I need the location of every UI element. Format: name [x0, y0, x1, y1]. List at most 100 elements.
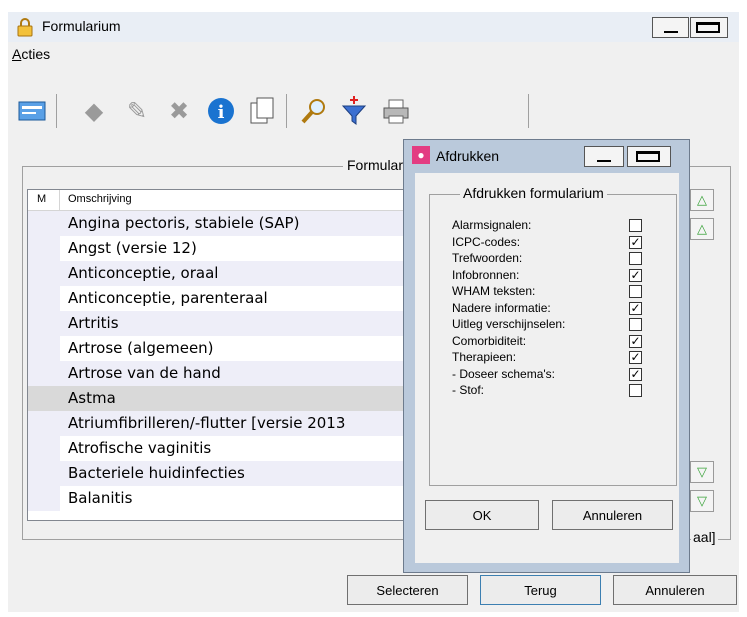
list-item-label: Astma [68, 389, 116, 407]
dialog-maximize-button[interactable] [627, 146, 671, 167]
filter-funnel-icon[interactable] [338, 95, 370, 127]
copy-pages-icon[interactable] [246, 95, 278, 127]
print-options-legend: Afdrukken formularium [460, 185, 607, 201]
marker-cell [28, 386, 60, 411]
print-option-label: - Stof: [452, 383, 485, 397]
print-option-label: Nadere informatie: [452, 300, 551, 315]
list-item[interactable]: Anticonceptie, parenteraal [28, 286, 423, 311]
search-magnifier-icon[interactable] [298, 95, 330, 127]
print-option-checkbox[interactable]: ✓ [629, 334, 642, 348]
print-option-checkbox[interactable] [629, 252, 642, 265]
maximize-button[interactable] [690, 17, 728, 38]
select-button[interactable]: Selecteren [347, 575, 468, 605]
column-m[interactable]: M [37, 193, 46, 205]
new-item-icon[interactable]: ◆ [78, 95, 110, 127]
list-item-label: Anticonceptie, oraal [68, 264, 219, 282]
print-option-label: Trefwoorden: [452, 251, 523, 265]
print-option-label: Comorbiditeit: [452, 333, 527, 348]
list-item-label: Bacteriele huidinfecties [68, 464, 245, 482]
group-legend: Formular [343, 157, 408, 173]
list-item[interactable]: Artrose van de hand [28, 361, 423, 386]
move-up-button[interactable]: △ [690, 218, 714, 240]
marker-cell [28, 411, 60, 436]
marker-cell [28, 436, 60, 461]
list-item[interactable]: Angina pectoris, stabiele (SAP) [28, 211, 423, 236]
list-item[interactable]: Astma [28, 386, 423, 411]
window-title: Formularium [42, 18, 121, 34]
move-top-button[interactable]: △ [690, 189, 714, 211]
delete-x-icon[interactable]: ✖ [163, 95, 195, 127]
print-option-label: - Doseer schema's: [452, 366, 555, 381]
print-option-checkbox[interactable]: ✓ [629, 367, 642, 381]
list-item[interactable]: Atrofische vaginitis [28, 436, 423, 461]
marker-cell [28, 311, 60, 336]
lock-icon [16, 17, 34, 37]
dialog-body: Afdrukken formularium Alarmsignalen: ICPC… [415, 173, 679, 563]
toolbar-separator [528, 94, 529, 128]
marker-cell [28, 461, 60, 486]
list-item[interactable]: Anticonceptie, oraal [28, 261, 423, 286]
column-omschrijving[interactable]: Omschrijving [68, 193, 132, 205]
list-item-label: Artrose van de hand [68, 364, 221, 382]
list-item[interactable]: Artrose (algemeen) [28, 336, 423, 361]
svg-text:i: i [218, 102, 225, 123]
print-dialog: ● Afdrukken Afdrukken formularium Alarms… [403, 139, 690, 573]
toolbar-separator [286, 94, 287, 128]
title-bar[interactable]: Formularium [8, 12, 739, 42]
list-item[interactable]: Artritis [28, 311, 423, 336]
marker-cell [28, 236, 60, 261]
print-option-checkbox[interactable] [629, 318, 642, 331]
move-bottom-button[interactable]: ▽ [690, 490, 714, 512]
printer-icon[interactable] [380, 95, 412, 127]
list-item-label: Artritis [68, 314, 119, 332]
marker-cell [28, 286, 60, 311]
print-option-label: Infobronnen: [452, 267, 520, 282]
move-down-button[interactable]: ▽ [690, 461, 714, 483]
marker-cell [28, 261, 60, 286]
dialog-title-bar[interactable]: ● Afdrukken [410, 144, 684, 172]
list-item[interactable]: Atriumfibrilleren/-flutter [versie 2013 [28, 411, 423, 436]
list-item[interactable]: Bacteriele huidinfecties [28, 461, 423, 486]
list-item-label: Atriumfibrilleren/-flutter [versie 2013 [68, 414, 346, 432]
print-option-checkbox[interactable] [629, 285, 642, 298]
dialog-title: Afdrukken [436, 148, 500, 164]
menu-bar: Acties [8, 42, 739, 66]
marker-cell [28, 486, 60, 511]
menu-acties[interactable]: Acties [12, 46, 50, 62]
print-option-label: Uitleg verschijnselen: [452, 317, 566, 331]
print-option-checkbox[interactable]: ✓ [629, 301, 642, 315]
print-option-label: WHAM teksten: [452, 284, 536, 298]
list-header: M Omschrijving [28, 190, 423, 211]
print-option-label: Alarmsignalen: [452, 218, 532, 232]
ok-button[interactable]: OK [425, 500, 539, 530]
print-option-label: ICPC-codes: [452, 234, 521, 249]
list-item-label: Atrofische vaginitis [68, 439, 212, 457]
list-item-label: Anticonceptie, parenteraal [68, 289, 268, 307]
dialog-minimize-button[interactable] [584, 146, 624, 167]
marker-cell [28, 361, 60, 386]
list-item[interactable]: Balanitis [28, 486, 423, 511]
toolbar-separator [56, 94, 57, 128]
edit-pencil-icon[interactable]: ✎ [121, 95, 153, 127]
back-button[interactable]: Terug [480, 575, 601, 605]
print-option-checkbox[interactable]: ✓ [629, 235, 642, 249]
print-option-label: Therapieen: [452, 350, 517, 364]
list-item-label: Angst (versie 12) [68, 239, 197, 257]
print-option-checkbox[interactable]: ✓ [629, 351, 642, 364]
formularium-list[interactable]: M Omschrijving Angina pectoris, stabiele… [27, 189, 424, 521]
dialog-cancel-button[interactable]: Annuleren [552, 500, 673, 530]
group-legend-right: aal] [691, 529, 718, 545]
card-icon[interactable] [16, 95, 48, 127]
print-option-checkbox[interactable] [629, 384, 642, 397]
marker-cell [28, 211, 60, 236]
info-icon[interactable]: i [205, 95, 237, 127]
list-item-label: Artrose (algemeen) [68, 339, 214, 357]
marker-cell [28, 336, 60, 361]
app-logo-icon: ● [412, 146, 430, 164]
list-item-label: Balanitis [68, 489, 133, 507]
cancel-button[interactable]: Annuleren [613, 575, 737, 605]
minimize-button[interactable] [652, 17, 689, 38]
list-item[interactable]: Angst (versie 12) [28, 236, 423, 261]
print-option-checkbox[interactable] [629, 219, 642, 232]
print-option-checkbox[interactable]: ✓ [629, 268, 642, 282]
